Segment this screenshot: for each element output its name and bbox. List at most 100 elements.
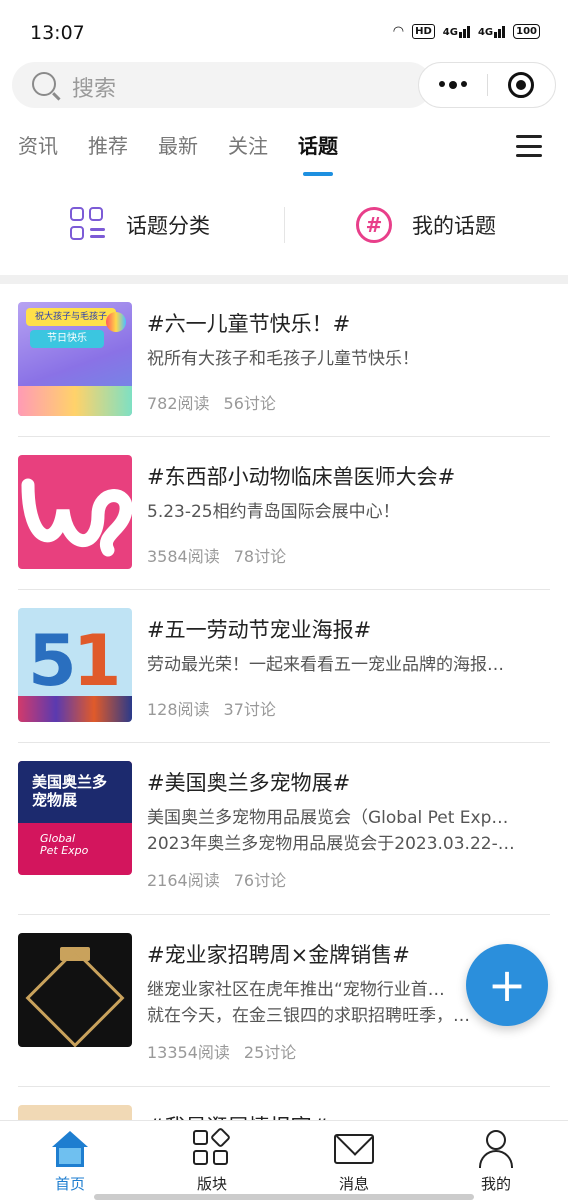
category-grid-icon — [70, 207, 106, 243]
home-icon — [51, 1131, 89, 1167]
topic-title: #宠业家招聘周×金牌销售# — [147, 943, 410, 967]
thumbnail-line-1: 美国奥兰多 — [32, 773, 108, 791]
battery-icon: 100 — [513, 24, 540, 39]
topic-desc-line: 5.23-25相约青岛国际会展中心！ — [147, 502, 400, 522]
tabbar-boards[interactable]: 版块 — [162, 1126, 262, 1194]
thumbnail-line-2: 宠物展 — [32, 791, 78, 809]
topic-thumbnail: 祝大孩子与毛孩子 节日快乐 — [18, 302, 132, 416]
balloon-graphic — [106, 312, 126, 332]
expo-logo-line-2: Pet Expo — [40, 844, 89, 857]
search-bar[interactable]: 搜索 — [12, 62, 432, 108]
network-label-2: 4G — [477, 26, 494, 38]
signal-icon-1: 4G — [442, 25, 470, 38]
read-count: 782阅读 — [147, 394, 210, 413]
thumbnail-banner-text: 祝大孩子与毛孩子 — [26, 308, 116, 326]
topic-title: #美国奥兰多宠物展# — [147, 771, 351, 795]
tabbar-messages-label: 消息 — [338, 1175, 369, 1193]
topic-item[interactable]: #东西部小动物临床兽医师大会# 5.23-25相约青岛国际会展中心！ 3584阅… — [0, 437, 568, 590]
tab-recommend[interactable]: 推荐 — [88, 130, 128, 170]
topic-desc-line: 劳动最光荣！一起来看看五一宠业品牌的海报… — [147, 655, 504, 675]
category-tabs: 资讯 推荐 最新 关注 话题 — [18, 130, 338, 170]
topic-thumbnail: 美国奥兰多 宠物展 Global Pet Expo — [18, 761, 132, 875]
comment-count: 76讨论 — [233, 871, 287, 890]
swoosh-logo-graphic — [21, 478, 132, 557]
topic-item[interactable]: 美国奥兰多 宠物展 Global Pet Expo #美国奥兰多宠物展# 美国奥兰多… — [0, 743, 568, 915]
comment-count: 37讨论 — [223, 700, 276, 719]
topic-thumbnail — [18, 455, 132, 569]
home-indicator — [94, 1194, 474, 1200]
topic-desc-line: 祝所有大孩子和毛孩子儿童节快乐！ — [147, 349, 419, 369]
topic-description: 5.23-25相约青岛国际会展中心！ — [147, 499, 547, 525]
read-count: 13354阅读 — [147, 1043, 230, 1062]
comment-count: 78讨论 — [233, 547, 287, 566]
search-icon — [32, 72, 56, 96]
close-miniapp-icon[interactable] — [488, 72, 556, 98]
bottom-tab-bar: 首页 版块 消息 我的 — [0, 1120, 568, 1200]
thumbnail-number: 51 — [28, 620, 122, 702]
thumbnail-banner-subtext: 节日快乐 — [30, 330, 104, 348]
signal-icon-2: 4G — [477, 25, 506, 38]
topic-category-button[interactable]: 话题分类 — [70, 195, 210, 255]
topic-desc-line: 2023年奥兰多宠物用品展览会于2023.03.22-… — [147, 834, 515, 854]
hd-badge: HD — [412, 24, 435, 39]
mail-icon — [334, 1134, 374, 1164]
tabbar-messages[interactable]: 消息 — [304, 1127, 404, 1194]
topic-category-label: 话题分类 — [126, 214, 210, 238]
wifi-icon: ◠ — [392, 24, 405, 39]
topic-stats: 128阅读 37讨论 — [147, 696, 290, 720]
my-topics-button[interactable]: # 我的话题 — [356, 195, 496, 255]
crowd-graphic — [18, 696, 132, 722]
tabbar-home[interactable]: 首页 — [20, 1127, 120, 1194]
topic-title: #六一儿童节快乐！# — [147, 312, 351, 336]
topic-description: 劳动最光荣！一起来看看五一宠业品牌的海报… — [147, 652, 547, 678]
tab-topics[interactable]: 话题 — [298, 130, 338, 170]
boards-grid-icon — [193, 1126, 232, 1168]
topic-item[interactable]: 祝大孩子与毛孩子 节日快乐 #六一儿童节快乐！# 祝所有大孩子和毛孩子儿童节快乐… — [0, 284, 568, 437]
read-count: 128阅读 — [147, 700, 210, 719]
network-label-1: 4G — [442, 26, 458, 38]
read-count: 2164阅读 — [147, 871, 220, 890]
read-count: 3584阅读 — [147, 547, 220, 566]
my-topics-label: 我的话题 — [412, 214, 496, 238]
topic-item[interactable]: 51 #五一劳动节宠业海报# 劳动最光荣！一起来看看五一宠业品牌的海报… 128… — [0, 590, 568, 743]
tabbar-me[interactable]: 我的 — [446, 1127, 546, 1194]
menu-icon[interactable] — [516, 135, 542, 157]
topic-description: 美国奥兰多宠物用品展览会（Global Pet Exp… 2023年奥兰多宠物用品… — [147, 805, 547, 857]
section-separator — [0, 275, 568, 284]
tabbar-me-label: 我的 — [480, 1175, 511, 1193]
more-options-icon[interactable] — [419, 81, 487, 89]
thumbnail-digit-5: 5 — [28, 620, 77, 702]
expo-logo: Global Pet Expo — [40, 833, 88, 857]
rainbow-graphic — [18, 386, 132, 416]
status-time: 13:07 — [30, 22, 85, 44]
chevron-graphic — [25, 948, 125, 1047]
comment-count: 25讨论 — [243, 1043, 297, 1062]
topic-thumbnail: 51 — [18, 608, 132, 722]
topic-stats: 2164阅读 76讨论 — [147, 867, 300, 891]
thumbnail-digit-1: 1 — [72, 620, 122, 702]
tab-latest[interactable]: 最新 — [158, 130, 198, 170]
comment-count: 56讨论 — [223, 394, 276, 413]
topic-title: #东西部小动物临床兽医师大会# — [147, 465, 456, 489]
topic-stats: 782阅读 56讨论 — [147, 390, 290, 414]
tabbar-home-label: 首页 — [54, 1175, 85, 1193]
quick-divider — [284, 207, 285, 243]
thumbnail-header: 美国奥兰多 宠物展 — [18, 761, 132, 823]
topic-list: 祝大孩子与毛孩子 节日快乐 #六一儿童节快乐！# 祝所有大孩子和毛孩子儿童节快乐… — [0, 284, 568, 1200]
tabbar-boards-label: 版块 — [196, 1175, 227, 1193]
tab-news[interactable]: 资讯 — [18, 130, 58, 170]
user-icon — [479, 1130, 513, 1168]
hashtag-icon: # — [356, 207, 392, 243]
tab-following[interactable]: 关注 — [228, 130, 268, 170]
topic-title: #五一劳动节宠业海报# — [147, 618, 372, 642]
topic-stats: 13354阅读 25讨论 — [147, 1039, 310, 1063]
status-icons: ◠ HD 4G 4G 100 — [393, 24, 540, 39]
create-topic-fab[interactable]: + — [466, 944, 548, 1026]
miniapp-capsule — [418, 62, 556, 108]
search-placeholder: 搜索 — [72, 77, 117, 102]
status-bar: 13:07 ◠ HD 4G 4G 100 — [0, 0, 568, 62]
topic-desc-line: 美国奥兰多宠物用品展览会（Global Pet Exp… — [147, 808, 509, 828]
topic-quick-entries: 话题分类 # 我的话题 — [0, 195, 568, 255]
topic-stats: 3584阅读 78讨论 — [147, 543, 300, 567]
topic-thumbnail — [18, 933, 132, 1047]
